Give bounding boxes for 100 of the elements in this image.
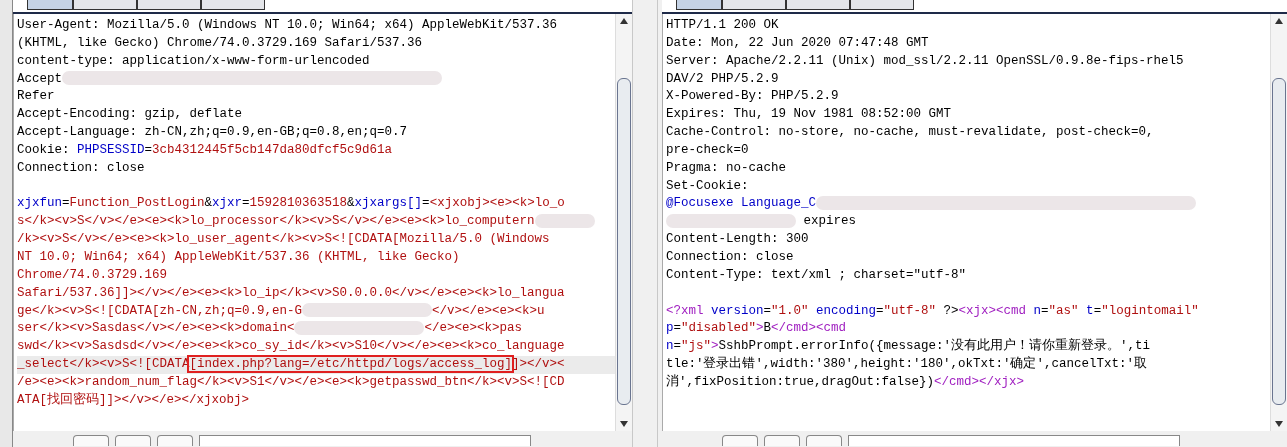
code-text: NT 10.0; Win64; x64) AppleWebKit/537.36 (KHTML, like Gecko) [16, 249, 460, 264]
toolbar-button[interactable] [156, 435, 193, 446]
code-text: = [673, 321, 681, 336]
code-text: = [763, 303, 771, 318]
scrollbar-thumb[interactable] [617, 78, 632, 405]
tab[interactable] [721, 0, 786, 10]
code-text: & [204, 196, 212, 211]
code-text: "logintomail" [1101, 303, 1199, 318]
code-text: Cache-Control: no-store, no-cache, must-revalidate, post-check=0, [665, 125, 1154, 140]
code-text: 消',fixPosition:true,dragOut:false}) [665, 374, 934, 389]
tab[interactable] [26, 0, 73, 10]
code-text: xjxargs[] [354, 196, 423, 211]
code-text: > [710, 339, 719, 354]
code-text: ser</k><v>Sasdas</v></e><e><k>domain< [16, 321, 295, 336]
tab[interactable] [72, 0, 137, 10]
toolbar-button[interactable] [805, 435, 842, 446]
code-text: p [665, 321, 674, 336]
code-text: s</k><v>S</v></e><e><k>lo_processor</k><v>S</v></e><e><k>lo_computern [16, 214, 535, 229]
code-text: Set-Cookie: [665, 178, 749, 193]
code-text: PHPSESSID [76, 142, 145, 157]
code-text: Refer [16, 89, 55, 104]
code-text: Content-Type: text/xml ; charset="utf-8" [665, 267, 966, 282]
code-text: Expires: Thu, 19 Nov 1981 08:52:00 GMT [665, 107, 951, 122]
code-text: </cmd></xjx> [933, 374, 1024, 389]
code-text: X-Powered-By: PHP/5.2.9 [665, 89, 839, 104]
code-text: expires [802, 214, 856, 229]
code-text: tle:'登录出错',width:'380',height:'180',okTxt:'确定',cancelTxt:'取 [665, 357, 1147, 372]
toolbar-button[interactable] [763, 435, 800, 446]
code-text: Server: Apache/2.2.11 (Unix) mod_ssl/2.2.11 OpenSSL/0.9.8e-fips-rhel5 [665, 53, 1184, 68]
code-text: B [763, 321, 771, 336]
tab[interactable] [849, 0, 914, 10]
code-text: pre-check=0 [665, 142, 749, 157]
redaction-blur [534, 214, 595, 228]
code-text: swd</k><v>Sasdsd</v></e><e><k>co_sy_id</k><v>S10</v></e><e><k>co_language [16, 339, 565, 354]
code-text: & [347, 196, 355, 211]
tab[interactable] [136, 0, 201, 10]
code-text: = [1041, 303, 1049, 318]
scrollbar[interactable] [615, 14, 633, 431]
code-text: xjxfun [16, 196, 62, 211]
text-editor[interactable] [661, 14, 1287, 431]
code-text: ]></v>< [512, 357, 565, 372]
code-text: n [1033, 303, 1042, 318]
code-text: </v></e><e><k>u [432, 303, 545, 318]
code-text: content-type: application/x-www-form-urlencoded [16, 53, 370, 68]
scrollbar-thumb[interactable] [1272, 78, 1286, 405]
code-text: = [242, 196, 250, 211]
highlight-box: [index.php?lang=/etc/httpd/logs/access_log] [189, 357, 513, 372]
code-text: Cookie: [16, 142, 71, 157]
code-text: Function_PostLogin [69, 196, 205, 211]
code-text: "disabled" [680, 321, 756, 336]
code-text: = [422, 196, 430, 211]
tab[interactable] [785, 0, 850, 10]
toolbar-button[interactable] [721, 435, 758, 446]
text-editor[interactable] [12, 14, 633, 431]
code-text: <xjxobj><e><k>lo_o [429, 196, 565, 211]
code-text: n [665, 339, 674, 354]
code-text: 1592810363518 [249, 196, 348, 211]
code-text: SshbPrompt.errorInfo({message:'没有此用户！请你重新登录。',ti [718, 339, 1151, 354]
code-text: = [61, 196, 70, 211]
code-text: 3cb4312445f5cb147da80dfcf5c9d61a [152, 142, 393, 157]
code-text: ge</k><v>S<![CDATA[zh-CN,zh;q=0.9,en-G [16, 303, 302, 318]
code-text: Pragma: no-cache [665, 160, 786, 175]
search-field[interactable] [198, 435, 531, 446]
code-text: = [673, 339, 681, 354]
search-field[interactable] [847, 435, 1180, 446]
code-text: > [755, 321, 764, 336]
code-text: "js" [680, 339, 711, 354]
tab[interactable] [675, 0, 722, 10]
code-text: "1.0" [770, 303, 809, 318]
code-text: Accept-Encoding: gzip, deflate [16, 107, 242, 122]
code-text: encoding [815, 303, 876, 318]
code-text: = [876, 303, 884, 318]
code-text: HTTP/1.1 200 OK [665, 18, 779, 32]
code-text: <?xml [665, 303, 705, 318]
toolbar-button[interactable] [72, 435, 109, 446]
code-text: Date: Mon, 22 Jun 2020 07:47:48 GMT [665, 35, 929, 50]
code-text: DAV/2 PHP/5.2.9 [665, 71, 779, 86]
code-text: <xjx><cmd [958, 303, 1028, 318]
tab[interactable] [200, 0, 265, 10]
code-text: = [144, 142, 152, 157]
code-text: User-Agent: Mozilla/5.0 (Windows NT 10.0; Win64; x64) AppleWebKit/537.36 [16, 18, 558, 32]
toolbar-button[interactable] [114, 435, 151, 446]
code-text: (KHTML, like Gecko) Chrome/74.0.3729.169 Safari/537.36 [16, 35, 422, 50]
code-text: xjxr [212, 196, 243, 211]
code-text: Connection: close [16, 160, 145, 175]
code-text: version [710, 303, 764, 318]
scrollbar[interactable] [1270, 14, 1287, 431]
code-text: /k><v>S</v></e><e><k>lo_user_agent</k><v>S<![CDATA[Mozilla/5.0 (Windows [16, 232, 550, 247]
code-text: Content-Length: 300 [665, 232, 809, 247]
code-text: "as" [1048, 303, 1079, 318]
code-text: Accept [16, 71, 62, 86]
code-text: /e><e><k>random_num_flag</k><v>S1</v></e><e><k>getpasswd_btn</k><v>S<![CD [16, 374, 565, 389]
code-text: </cmd><cmd [771, 321, 846, 336]
code-text: Accept-Language: zh-CN,zh;q=0.9,en-GB;q=0.8,en;q=0.7 [16, 125, 407, 140]
code-text: ?> [942, 303, 959, 318]
code-text: @Focusexe Language_C [665, 196, 816, 211]
code-text: "utf-8" [883, 303, 937, 318]
code-text: Safari/537.36]]></v></e><e><k>lo_ip</k><v>S0.0.0.0</v></e><e><k>lo_langua [16, 285, 565, 300]
code-text: Connection: close [665, 249, 794, 264]
code-text: ATA[找回密码]]></v></e></xjxobj> [16, 392, 249, 407]
